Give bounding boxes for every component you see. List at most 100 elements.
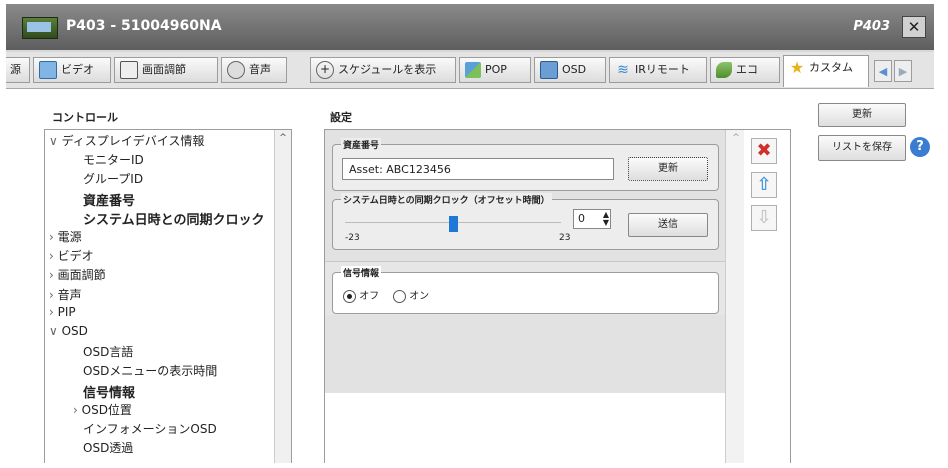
tab-osd[interactable]: OSD [534, 57, 606, 83]
tab-schedule[interactable]: + スケジュールを表示 [310, 57, 456, 83]
chevron-up-icon: ^ [732, 133, 740, 143]
tree-item-label: システム日時との同期クロック [83, 212, 265, 228]
tab-screen-adjust[interactable]: 画面調節 [114, 57, 218, 83]
offset-stepper-input[interactable]: 0 ▲ ▼ [573, 209, 611, 229]
window-title: P403 - 51004960NA [66, 18, 222, 34]
tree-item[interactable]: OSD言語 [83, 343, 133, 360]
chevron-down-icon[interactable]: ∨ [49, 134, 62, 148]
clock-group-label: システム日時との同期クロック（オフセット時間） [341, 193, 552, 206]
tree-item-label: グループID [83, 172, 144, 187]
app-window: P403 - 51004960NA P403 ✕ 源 ビデオ 画面調節 音声 +… [6, 4, 934, 463]
tab-label: OSD [562, 63, 587, 76]
slider-max-label: 23 [559, 233, 571, 243]
asset-number-input[interactable]: Asset: ABC123456 [342, 158, 614, 180]
tab-source[interactable]: 源 [6, 57, 30, 83]
save-list-button[interactable]: リストを保存 [818, 135, 906, 161]
tree-item[interactable]: OSD透過 [83, 439, 133, 456]
tree-item[interactable]: OSDメニューの表示時間 [83, 362, 217, 379]
tab-scroll-right-button[interactable]: ▶ [894, 60, 912, 82]
tree-item[interactable]: モニターID [83, 151, 144, 168]
tree-item[interactable]: システム日時との同期クロック [83, 209, 264, 228]
radio-selected-icon [343, 289, 356, 303]
chevron-right-icon[interactable]: › [49, 305, 58, 319]
close-button[interactable]: ✕ [902, 16, 926, 38]
radio-unselected-icon [393, 289, 406, 303]
tab-label: 源 [10, 63, 21, 76]
chevron-up-icon: ^ [279, 133, 287, 143]
chevron-right-icon[interactable]: › [49, 288, 58, 302]
tree-item-label: 音声 [57, 287, 82, 302]
radio-on-label: オン [409, 291, 430, 302]
osd-icon [540, 61, 558, 79]
display-app-icon [22, 17, 58, 39]
tab-label: ビデオ [61, 63, 94, 76]
tree-item-label: OSD [61, 324, 88, 338]
tab-scroll-left-button[interactable]: ◀ [874, 60, 892, 82]
tab-strip: 源 ビデオ 画面調節 音声 + スケジュールを表示 POP OSD ≋ IRリモート… [6, 52, 934, 89]
send-button[interactable]: 送信 [628, 213, 708, 237]
chevron-right-icon[interactable]: › [49, 268, 58, 282]
settings-label: 設定 [330, 111, 352, 124]
tab-video[interactable]: ビデオ [33, 57, 111, 83]
tab-eco[interactable]: エコ [710, 57, 780, 83]
move-down-icon[interactable]: ⇩ [751, 205, 777, 231]
asset-group: 資産番号 Asset: ABC123456 更新 [332, 138, 719, 191]
chevron-right-icon[interactable]: › [49, 249, 58, 263]
tab-label: 音声 [249, 63, 271, 76]
signal-off-radio[interactable]: オフ [343, 287, 379, 303]
tree-item-label: 信号情報 [83, 385, 136, 401]
tree-item[interactable]: › 電源 [49, 228, 82, 245]
tree-item-label: ディスプレイデバイス情報 [61, 134, 205, 148]
tree-item[interactable]: ∨ OSD [49, 324, 88, 338]
clock-group: システム日時との同期クロック（オフセット時間） -23 23 0 ▲ ▼ 送信 [332, 193, 719, 250]
control-label: コントロール [52, 111, 118, 124]
stepper-arrows-icon[interactable]: ▲ ▼ [603, 211, 609, 227]
tree-item[interactable]: › PIP [49, 305, 76, 319]
tree-item[interactable]: › OSD位置 [73, 401, 132, 418]
tree-item[interactable]: 資産番号 [83, 190, 135, 209]
control-tree: ^ ∨ ディスプレイデバイス情報モニターID グループID 資産番号システム日時との… [44, 129, 292, 463]
offset-value: 0 [578, 212, 585, 225]
asset-group-label: 資産番号 [341, 138, 382, 151]
tab-label: エコ [736, 63, 758, 76]
offset-slider[interactable] [345, 216, 561, 232]
tab-ir-remote[interactable]: ≋ IRリモート [609, 57, 707, 83]
signal-on-radio[interactable]: オン [393, 287, 429, 303]
chevron-right-icon[interactable]: › [49, 230, 58, 244]
settings-area: 資産番号 Asset: ABC123456 更新 システム日時との同期クロック（… [325, 130, 725, 393]
update-button[interactable]: 更新 [818, 103, 906, 127]
speaker-icon [227, 61, 245, 79]
tree-item[interactable]: › ビデオ [49, 247, 94, 264]
asset-update-button[interactable]: 更新 [628, 157, 708, 181]
star-icon: ★ [789, 58, 805, 77]
tree-item-label: PIP [57, 304, 76, 319]
slider-min-label: -23 [345, 233, 360, 243]
eco-icon [716, 62, 732, 78]
settings-scrollbar[interactable]: ^ [725, 130, 746, 463]
tree-item-label: OSD位置 [81, 402, 132, 417]
move-up-icon[interactable]: ⇧ [751, 172, 777, 198]
tree-item[interactable]: 信号情報 [83, 382, 135, 401]
tree-scrollbar[interactable]: ^ [274, 130, 291, 463]
tab-pop[interactable]: POP [459, 57, 531, 83]
chevron-right-icon[interactable]: › [73, 403, 82, 417]
tree-item-label: 電源 [57, 230, 82, 244]
tree-item[interactable]: グループID [83, 170, 143, 187]
pop-icon [465, 62, 481, 78]
tab-audio[interactable]: 音声 [221, 57, 287, 83]
tab-label: 画面調節 [142, 63, 186, 76]
chevron-down-icon[interactable]: ∨ [49, 324, 62, 338]
tree-item-label: OSDメニューの表示時間 [83, 364, 218, 379]
tree-item[interactable]: インフォメーションOSD [83, 420, 217, 437]
tab-custom[interactable]: ★ カスタム [783, 55, 869, 87]
tree-item[interactable]: › 画面調節 [49, 266, 106, 283]
slider-thumb[interactable] [449, 216, 458, 232]
tree-item-label: 資産番号 [83, 193, 136, 209]
tree-item-label: OSD言語 [83, 345, 134, 360]
delete-icon[interactable]: ✖ [751, 138, 777, 164]
tree-item[interactable]: › 音声 [49, 286, 82, 303]
help-icon[interactable]: ? [910, 137, 930, 157]
tab-label: スケジュールを表示 [338, 63, 437, 76]
tree-item-label: ビデオ [57, 249, 94, 264]
tree-item[interactable]: ∨ ディスプレイデバイス情報 [49, 132, 204, 149]
